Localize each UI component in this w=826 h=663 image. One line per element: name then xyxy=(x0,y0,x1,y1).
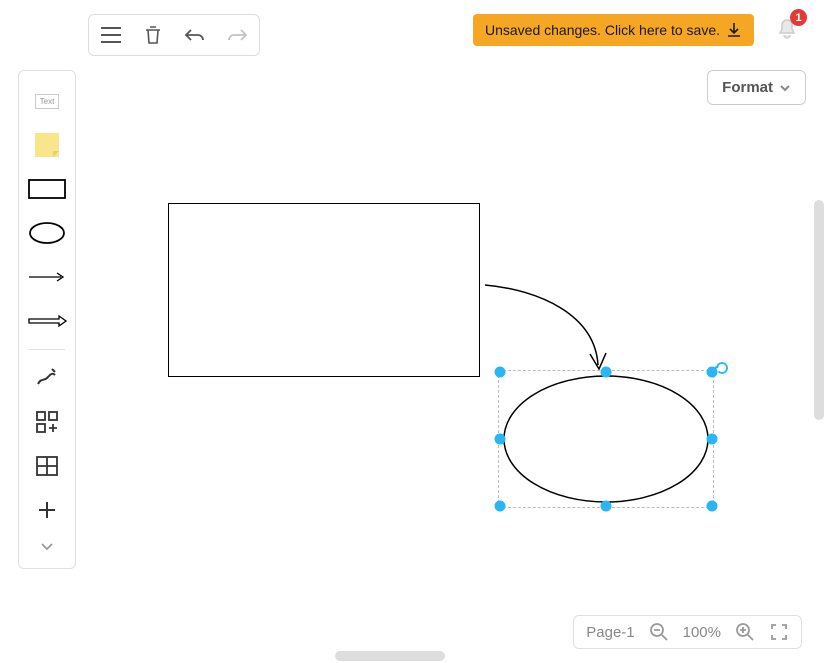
resize-handle-r[interactable] xyxy=(707,434,718,445)
save-notice[interactable]: Unsaved changes. Click here to save. xyxy=(473,14,754,46)
horizontal-scrollbar[interactable] xyxy=(335,651,445,661)
format-label: Format xyxy=(722,79,773,96)
resize-handle-t[interactable] xyxy=(601,367,612,378)
palette-expand-icon[interactable] xyxy=(24,534,70,558)
palette-plus-icon[interactable] xyxy=(24,490,70,530)
redo-icon[interactable] xyxy=(225,23,249,47)
palette-thick-arrow[interactable] xyxy=(24,301,70,341)
page-label[interactable]: Page-1 xyxy=(586,624,634,641)
notifications-button[interactable]: 1 xyxy=(772,14,802,44)
undo-icon[interactable] xyxy=(183,23,207,47)
rotate-handle-icon[interactable] xyxy=(714,360,730,379)
palette-text[interactable]: Text xyxy=(24,81,70,121)
zoom-in-icon[interactable] xyxy=(735,622,755,642)
resize-handle-b[interactable] xyxy=(601,501,612,512)
resize-handle-bl[interactable] xyxy=(495,501,506,512)
palette-arrow[interactable] xyxy=(24,257,70,297)
fullscreen-icon[interactable] xyxy=(769,622,789,642)
top-toolbar xyxy=(88,14,260,56)
format-button[interactable]: Format xyxy=(707,70,806,105)
zoom-out-icon[interactable] xyxy=(649,622,669,642)
canvas-ellipse-selected[interactable] xyxy=(500,372,712,506)
download-icon xyxy=(726,22,742,38)
palette-divider xyxy=(29,349,65,350)
save-notice-text: Unsaved changes. Click here to save. xyxy=(485,22,720,38)
resize-handle-l[interactable] xyxy=(495,434,506,445)
palette-ellipse[interactable] xyxy=(24,213,70,253)
palette-freehand-icon[interactable] xyxy=(24,358,70,398)
shape-palette: Text xyxy=(18,70,76,569)
resize-handle-tl[interactable] xyxy=(495,367,506,378)
canvas[interactable] xyxy=(0,0,826,663)
palette-add-shape-icon[interactable] xyxy=(24,402,70,442)
vertical-scrollbar[interactable] xyxy=(814,200,824,420)
palette-table-icon[interactable] xyxy=(24,446,70,486)
notification-badge: 1 xyxy=(790,9,807,26)
canvas-rectangle[interactable] xyxy=(168,203,480,377)
palette-text-label: Text xyxy=(35,94,60,109)
chevron-down-icon xyxy=(779,84,791,92)
zoom-level[interactable]: 100% xyxy=(683,624,721,641)
palette-sticky-note[interactable] xyxy=(24,125,70,165)
resize-handle-br[interactable] xyxy=(707,501,718,512)
trash-icon[interactable] xyxy=(141,23,165,47)
palette-rectangle[interactable] xyxy=(24,169,70,209)
menu-icon[interactable] xyxy=(99,23,123,47)
status-bar: Page-1 100% xyxy=(573,615,802,649)
